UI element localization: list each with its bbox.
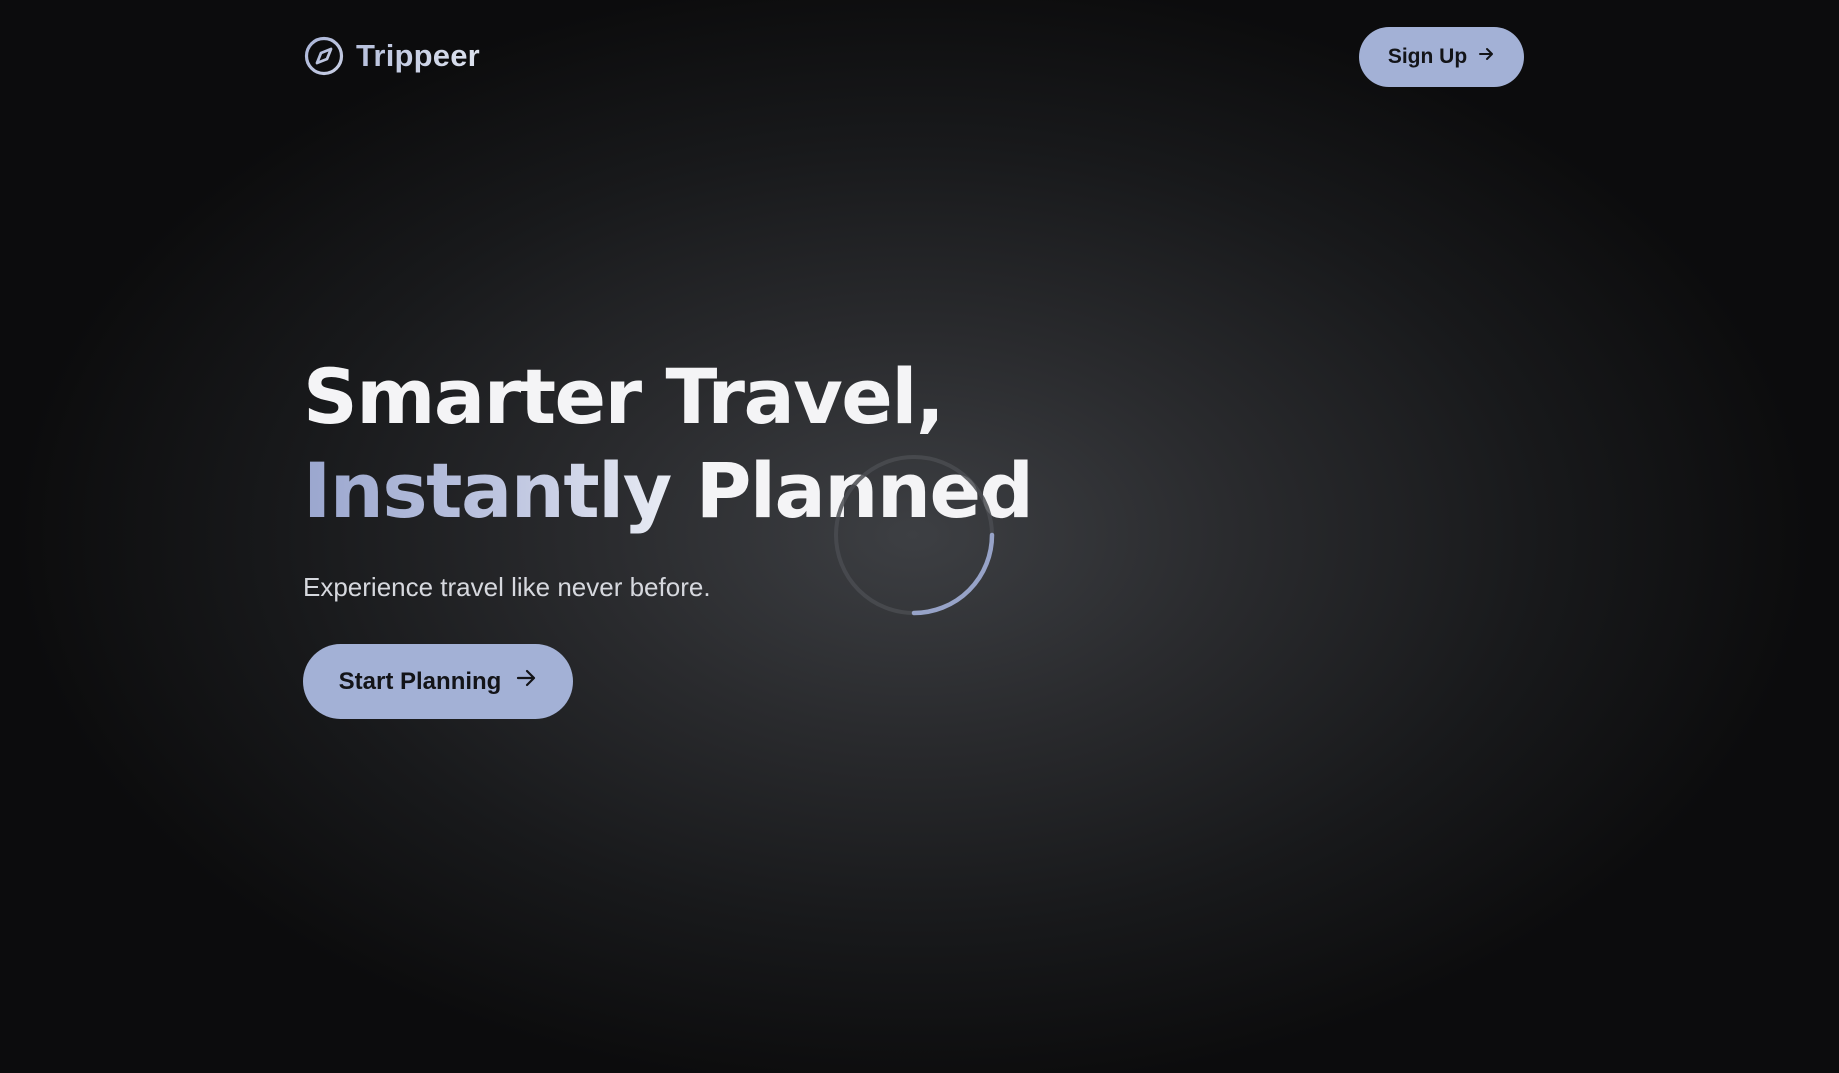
start-planning-button[interactable]: Start Planning (303, 644, 573, 719)
sign-up-label: Sign Up (1387, 45, 1468, 68)
start-planning-label: Start Planning (338, 667, 502, 695)
brand-logo-link[interactable]: Trippeer (304, 36, 480, 76)
sign-up-button[interactable]: Sign Up (1359, 27, 1524, 87)
site-header: Trippeer Sign Up (0, 0, 1839, 114)
arrow-right-icon (515, 667, 537, 696)
compass-icon (304, 36, 344, 76)
brand-name: Trippeer (356, 38, 480, 73)
hero-title-accent: Instantly (303, 446, 672, 535)
loading-spinner-icon (833, 454, 995, 616)
hero-title-line-1: Smarter Travel, (303, 352, 945, 441)
arrow-right-icon (1477, 45, 1495, 69)
